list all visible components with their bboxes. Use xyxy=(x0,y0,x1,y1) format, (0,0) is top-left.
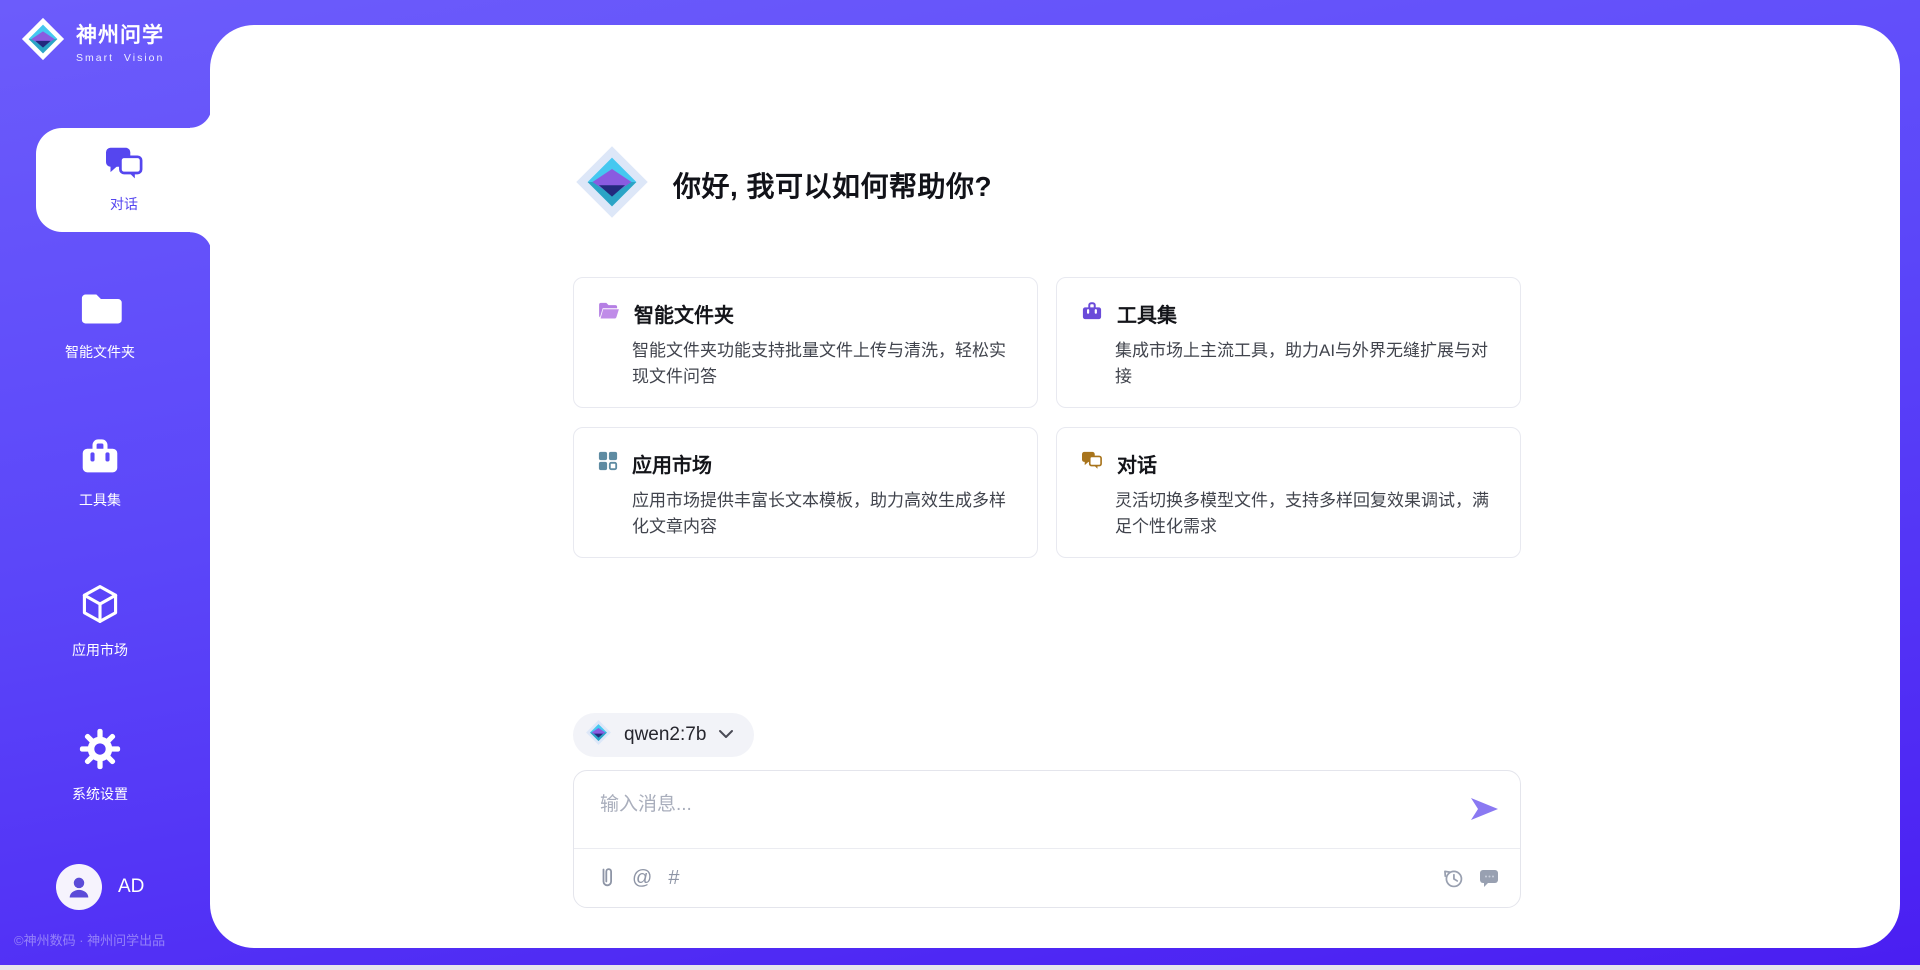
card-description: 应用市场提供丰富长文本模板，助力高效生成多样化文章内容 xyxy=(632,488,1013,541)
grid-icon xyxy=(598,451,618,476)
suggestion-cards: 智能文件夹 智能文件夹功能支持批量文件上传与清洗，轻松实现文件问答 工具集 xyxy=(573,277,1521,558)
model-selector[interactable]: qwen2:7b xyxy=(573,713,754,757)
sidebar-item-smart-folder[interactable]: 智能文件夹 xyxy=(0,290,200,362)
chat-bubbles-icon xyxy=(104,146,144,187)
window-bottom-edge xyxy=(0,965,1920,970)
card-smart-folder[interactable]: 智能文件夹 智能文件夹功能支持批量文件上传与清洗，轻松实现文件问答 xyxy=(573,277,1038,408)
main-panel: 你好, 我可以如何帮助你? 智能文件夹 智能文件夹功能支持批量文件上传与清洗，轻… xyxy=(210,25,1900,948)
folder-icon xyxy=(78,290,122,333)
user-name: AD xyxy=(118,876,144,898)
sidebar-item-label: 应用市场 xyxy=(72,640,128,660)
card-title: 对话 xyxy=(1117,449,1157,478)
sidebar-item-label: 系统设置 xyxy=(72,784,128,804)
hashtag-icon[interactable]: # xyxy=(668,868,679,888)
model-name: qwen2:7b xyxy=(624,724,706,746)
assistant-diamond-icon xyxy=(573,143,651,226)
user-account[interactable]: AD xyxy=(56,864,144,910)
chevron-down-icon xyxy=(718,726,734,744)
toolbox-icon xyxy=(1081,301,1103,326)
card-chat[interactable]: 对话 灵活切换多模型文件，支持多样回复效果调试，满足个性化需求 xyxy=(1056,427,1521,558)
attachment-icon[interactable] xyxy=(598,867,616,889)
sidebar-item-label: 对话 xyxy=(110,194,138,214)
sidebar-item-app-market[interactable]: 应用市场 xyxy=(0,582,200,660)
brand-title: 神州问学 xyxy=(76,19,164,49)
message-input[interactable] xyxy=(600,789,1440,845)
chat-bubble-icon[interactable] xyxy=(1478,868,1500,888)
greeting-block: 你好, 我可以如何帮助你? xyxy=(573,143,992,226)
brand-diamond-icon xyxy=(20,16,66,67)
sidebar-item-label: 工具集 xyxy=(79,490,121,510)
send-icon[interactable] xyxy=(1468,795,1500,823)
history-icon[interactable] xyxy=(1442,867,1464,889)
greeting-title: 你好, 我可以如何帮助你? xyxy=(673,165,992,205)
card-title: 工具集 xyxy=(1117,299,1177,328)
avatar xyxy=(56,864,102,910)
sidebar: 神州问学 Smart Vision 对话 智能文件夹 xyxy=(0,0,210,970)
sidebar-item-label: 智能文件夹 xyxy=(65,342,135,362)
message-composer: @ # xyxy=(573,770,1521,908)
mention-icon[interactable]: @ xyxy=(632,868,652,888)
model-diamond-icon xyxy=(585,719,612,751)
sidebar-item-toolset[interactable]: 工具集 xyxy=(0,436,200,510)
card-description: 集成市场上主流工具，助力AI与外界无缝扩展与对接 xyxy=(1115,338,1496,391)
toolbox-icon xyxy=(78,436,122,481)
sidebar-item-settings[interactable]: 系统设置 xyxy=(0,728,200,804)
sidebar-item-chat[interactable]: 对话 xyxy=(36,128,212,232)
brand-logo: 神州问学 Smart Vision xyxy=(20,16,164,67)
card-app-market[interactable]: 应用市场 应用市场提供丰富长文本模板，助力高效生成多样化文章内容 xyxy=(573,427,1038,558)
card-description: 智能文件夹功能支持批量文件上传与清洗，轻松实现文件问答 xyxy=(632,338,1013,391)
card-title: 应用市场 xyxy=(632,449,712,478)
card-description: 灵活切换多模型文件，支持多样回复效果调试，满足个性化需求 xyxy=(1115,488,1496,541)
card-toolset[interactable]: 工具集 集成市场上主流工具，助力AI与外界无缝扩展与对接 xyxy=(1056,277,1521,408)
chat-bubbles-icon xyxy=(1081,451,1103,476)
card-title: 智能文件夹 xyxy=(634,299,734,328)
brand-subtitle: Smart Vision xyxy=(76,52,164,64)
folder-open-icon xyxy=(598,302,620,325)
gear-icon xyxy=(79,728,121,775)
copyright-text: ©神州数码 · 神州问学出品 xyxy=(14,930,165,949)
cube-icon xyxy=(78,582,122,631)
